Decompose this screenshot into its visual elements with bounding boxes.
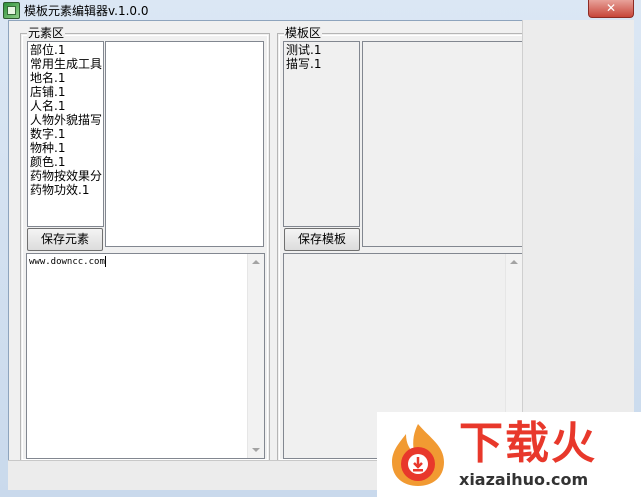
window-title: 模板元素编辑器v.1.0.0	[24, 4, 149, 18]
right-panel	[522, 20, 634, 460]
list-item[interactable]: 常用生成工具	[30, 57, 102, 71]
list-item[interactable]: 物种.1	[30, 141, 101, 155]
app-window: 模板元素编辑器v.1.0.0 ✕ 元素区 部位.1 常用生成工具 地名.1 店铺…	[0, 0, 641, 497]
scroll-up-arrow-icon[interactable]	[510, 260, 518, 264]
elements-legend: 元素区	[27, 26, 66, 40]
list-item[interactable]: 测试.1	[286, 43, 357, 57]
list-item[interactable]: 店铺.1	[30, 85, 101, 99]
elements-list[interactable]: 部位.1 常用生成工具 地名.1 店铺.1 人名.1 人物外貌描写 数字.1 物…	[27, 41, 104, 227]
editor-text: www.downcc.com	[29, 257, 105, 267]
text-caret	[104, 256, 106, 267]
list-item[interactable]: 数字.1	[30, 127, 101, 141]
title-bar: 模板元素编辑器v.1.0.0 ✕	[0, 0, 641, 20]
list-item[interactable]: 人名.1	[30, 99, 101, 113]
scroll-down-arrow-icon[interactable]	[252, 448, 260, 452]
list-item[interactable]: 部位.1	[30, 43, 101, 57]
element-values-list[interactable]	[105, 41, 264, 247]
list-item[interactable]: 地名.1	[30, 71, 101, 85]
list-item[interactable]: 药物功效.1	[30, 183, 101, 197]
template-list[interactable]: 测试.1 描写.1	[283, 41, 360, 227]
close-button[interactable]: ✕	[588, 0, 634, 18]
template-legend: 模板区	[284, 26, 323, 40]
watermark-url: xiazaihuo.com	[459, 470, 589, 489]
list-item[interactable]: 人物外貌描写	[30, 113, 102, 127]
watermark-brand: 下载火	[459, 418, 597, 469]
save-elements-button[interactable]: 保存元素	[27, 228, 103, 251]
list-item[interactable]: 颜色.1	[30, 155, 101, 169]
list-item[interactable]: 药物按效果分	[30, 169, 102, 183]
flame-logo-icon	[392, 424, 444, 486]
watermark: 下载火 xiazaihuo.com	[377, 412, 641, 497]
scroll-up-arrow-icon[interactable]	[252, 260, 260, 264]
list-item[interactable]: 描写.1	[286, 57, 357, 71]
element-editor[interactable]: www.downcc.com	[26, 253, 265, 459]
template-values-list[interactable]	[362, 41, 523, 247]
save-template-button[interactable]: 保存模板	[284, 228, 360, 251]
vertical-scrollbar[interactable]	[247, 254, 264, 458]
app-icon	[3, 2, 20, 19]
